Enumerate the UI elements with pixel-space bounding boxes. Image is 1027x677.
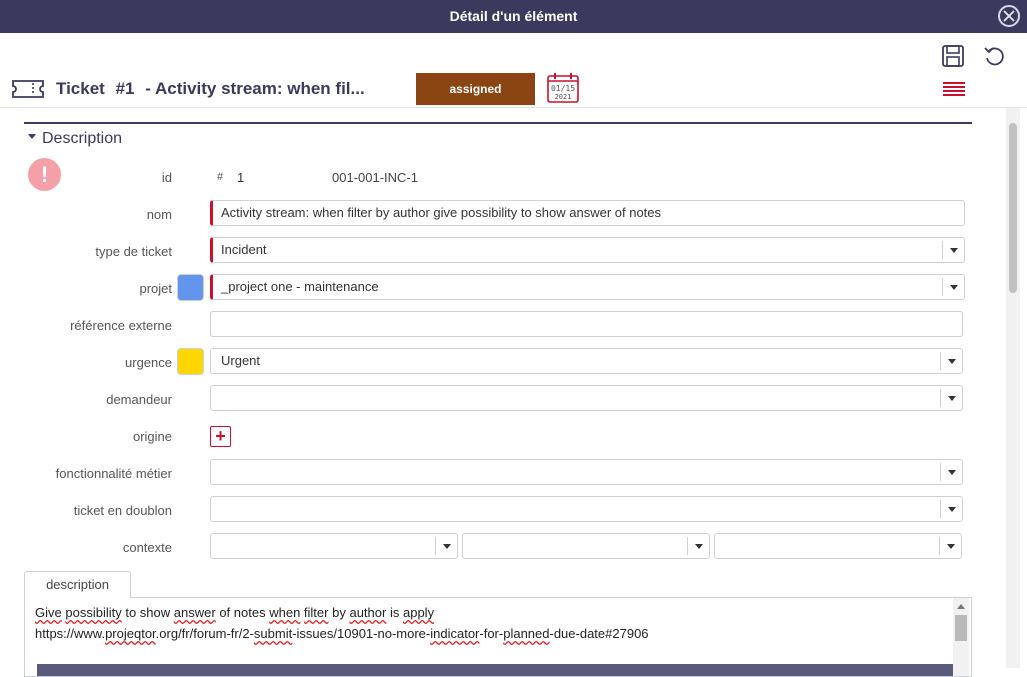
collapse-triangle-icon (28, 134, 36, 140)
chevron-down-icon[interactable] (940, 463, 962, 481)
chevron-down-icon[interactable] (939, 537, 961, 555)
description-editor[interactable]: Give possibility to show answer of notes… (24, 597, 972, 677)
chevron-down-icon[interactable] (435, 537, 457, 555)
editor-scrollbar[interactable] (953, 598, 969, 676)
desc-url-part: -due-date#27906 (549, 626, 649, 641)
row-nom: nom Activity stream: when filter by auth… (0, 200, 1000, 228)
chevron-down-icon[interactable] (940, 352, 962, 370)
fonctionnalite-select[interactable] (210, 459, 963, 485)
urgence-select[interactable]: Urgent (210, 348, 963, 374)
row-demandeur: demandeur (0, 385, 1000, 413)
row-projet: projet _project one - maintenance (0, 274, 1000, 302)
label-nom: nom (146, 207, 172, 222)
doublon-select[interactable] (210, 496, 963, 522)
id-hash: # (217, 171, 224, 183)
main-scroll-thumb[interactable] (1009, 123, 1017, 293)
label-fonctionnalite: fonctionnalité métier (55, 466, 172, 481)
close-icon[interactable] (998, 5, 1020, 27)
label-contexte: contexte (122, 540, 172, 555)
desc-word: to show (125, 605, 171, 620)
row-origine: origine + (0, 422, 1000, 450)
label-doublon: ticket en doublon (73, 503, 172, 518)
projet-color-swatch (177, 274, 204, 301)
reference-value: 001-001-INC-1 (332, 170, 418, 185)
section-toggle[interactable]: Description (28, 130, 122, 148)
page-title: Ticket #1 - Activity stream: when fil... (56, 79, 371, 99)
desc-word: of notes (219, 605, 266, 620)
row-id: id # 1 001-001-INC-1 (0, 163, 1000, 191)
demandeur-select[interactable] (210, 385, 963, 411)
chevron-down-icon[interactable] (940, 500, 962, 518)
add-origine-button[interactable]: + (210, 426, 231, 447)
label-projet: projet (139, 281, 172, 296)
urgence-color-swatch (177, 348, 204, 375)
desc-word: author (349, 605, 387, 620)
chevron-down-icon[interactable] (942, 241, 964, 259)
contexte-select-1[interactable] (210, 533, 458, 559)
desc-url-part: https://www. (35, 626, 106, 641)
tab-description[interactable]: description (24, 571, 131, 598)
row-doublon: ticket en doublon (0, 496, 1000, 524)
desc-url-part: planned (503, 626, 550, 641)
desc-url-part: indicator (430, 626, 480, 641)
status-badge[interactable]: assigned (416, 73, 535, 105)
row-fonctionnalite: fonctionnalité métier (0, 459, 1000, 487)
label-origine: origine (132, 429, 172, 444)
row-urgence: urgence Urgent (0, 348, 1000, 376)
chevron-down-icon[interactable] (940, 389, 962, 407)
type-select[interactable]: Incident (210, 237, 965, 263)
chevron-down-icon[interactable] (942, 278, 964, 296)
desc-url-part: submit (253, 626, 293, 641)
projet-select[interactable]: _project one - maintenance (210, 274, 965, 300)
main-scrollbar[interactable] (1006, 108, 1020, 668)
desc-word: answer (173, 605, 216, 620)
calendar-year: 2021 (555, 93, 572, 101)
item-header: Ticket #1 - Activity stream: when fil...… (0, 66, 1027, 108)
row-contexte: contexte (0, 533, 1000, 561)
desc-word: possibility (65, 605, 122, 620)
row-type: type de ticket Incident (0, 237, 1000, 265)
label-type: type de ticket (95, 244, 172, 259)
calendar-date: 01/15 (551, 84, 575, 93)
desc-word: Give (35, 605, 62, 620)
list-icon[interactable] (943, 82, 965, 99)
desc-url-part: .org/fr/forum-fr/2- (155, 626, 254, 641)
label-demandeur: demandeur (106, 392, 172, 407)
contexte-select-3[interactable] (714, 533, 962, 559)
chevron-down-icon[interactable] (687, 537, 709, 555)
description-section: Description (24, 122, 972, 147)
desc-word: filter (303, 605, 329, 620)
embedded-image (37, 664, 955, 676)
desc-url-part: -for- (479, 626, 504, 641)
desc-word: apply (402, 605, 435, 620)
dialog-title: Détail d'un élément (449, 8, 578, 24)
scroll-up-icon[interactable] (957, 604, 965, 609)
editor-scroll-thumb[interactable] (955, 615, 967, 641)
item-name: - Activity stream: when fil... (145, 79, 365, 98)
label-urgence: urgence (125, 355, 172, 370)
description-line-1: Give possibility to show answer of notes… (35, 605, 434, 620)
type-value: Incident (221, 242, 267, 257)
contexte-select-2[interactable] (462, 533, 710, 559)
dialog-titlebar: Détail d'un élément (0, 0, 1027, 33)
desc-word: is (389, 605, 400, 620)
row-ref-externe: référence externe (0, 311, 1000, 339)
label-ref-externe: référence externe (70, 318, 172, 333)
ref-externe-input[interactable] (210, 311, 963, 337)
nom-input[interactable]: Activity stream: when filter by author g… (210, 200, 965, 226)
item-number: #1 (115, 79, 135, 98)
id-value: 1 (237, 170, 245, 185)
section-title: Description (42, 130, 123, 147)
item-type: Ticket (56, 79, 105, 98)
description-line-2: https://www.projeqtor.org/fr/forum-fr/2-… (35, 626, 649, 641)
desc-url-part: projeqtor (105, 626, 156, 641)
desc-word: when (269, 605, 301, 620)
ticket-icon (11, 79, 45, 102)
urgence-value: Urgent (221, 353, 261, 368)
desc-url-part: -issues/10901-no-more- (292, 626, 431, 641)
desc-word: by (332, 605, 346, 620)
projet-value: _project one - maintenance (221, 279, 379, 294)
label-id: id (161, 170, 172, 185)
calendar-icon[interactable]: 01/15 2021 (546, 71, 580, 108)
